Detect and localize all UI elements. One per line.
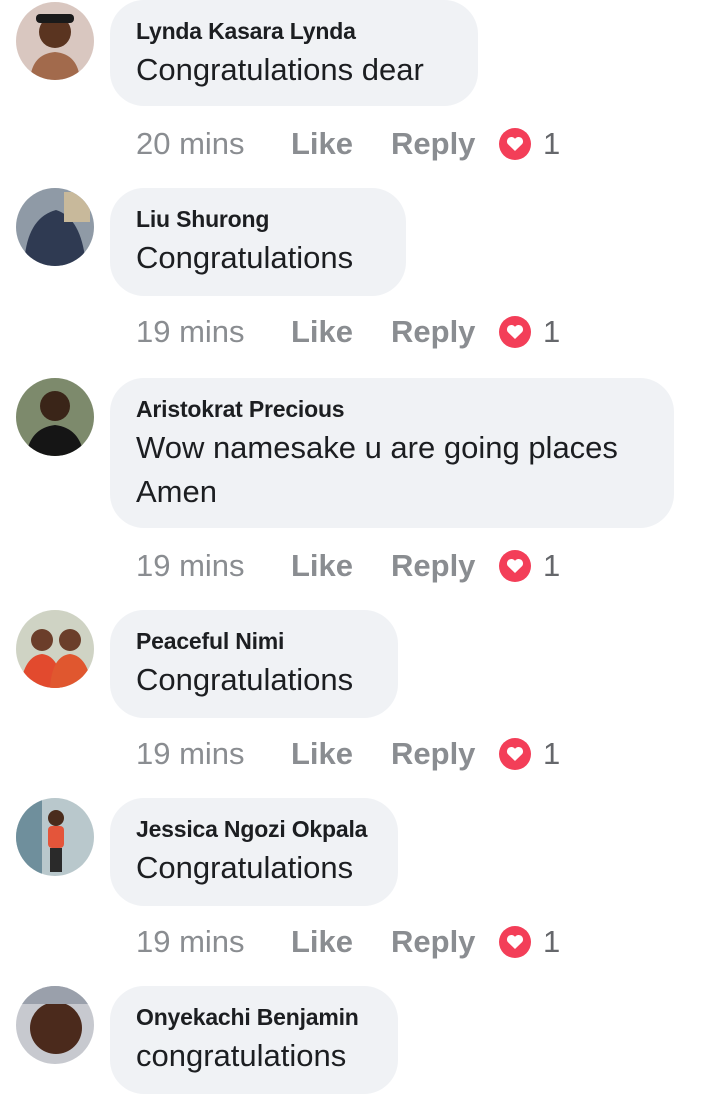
comment-bubble: Lynda Kasara Lynda Congratulations dear xyxy=(110,0,478,106)
avatar[interactable] xyxy=(16,798,94,876)
comment-actions: 19 mins Like Reply 1 xyxy=(136,312,560,352)
comment-time[interactable]: 19 mins xyxy=(136,736,291,772)
comment-text: Wow namesake u are going places Amen xyxy=(136,430,618,509)
comment-time[interactable]: 20 mins xyxy=(136,126,291,162)
reaction-summary[interactable]: 1 xyxy=(499,314,560,350)
avatar[interactable] xyxy=(16,188,94,266)
reaction-count: 1 xyxy=(543,314,561,349)
reply-button[interactable]: Reply xyxy=(391,736,499,772)
reply-button[interactable]: Reply xyxy=(391,314,499,350)
comment-time[interactable]: 19 mins xyxy=(136,548,291,584)
like-button[interactable]: Like xyxy=(291,736,391,772)
love-heart-icon xyxy=(499,738,531,770)
comment-bubble: Liu Shurong Congratulations xyxy=(110,188,406,296)
comment-actions: 19 mins Like Reply 1 xyxy=(136,922,560,962)
reaction-count: 1 xyxy=(543,924,561,959)
reaction-summary[interactable]: 1 xyxy=(499,924,560,960)
avatar[interactable] xyxy=(16,378,94,456)
reaction-summary[interactable]: 1 xyxy=(499,126,560,162)
comment-author[interactable]: Aristokrat Precious xyxy=(136,394,648,424)
like-button[interactable]: Like xyxy=(291,314,391,350)
comment-author[interactable]: Liu Shurong xyxy=(136,204,380,234)
comment-text: Congratulations xyxy=(136,662,354,697)
comment-text: Congratulations xyxy=(136,240,354,275)
love-heart-icon xyxy=(499,128,531,160)
love-heart-icon xyxy=(499,316,531,348)
comment-author[interactable]: Lynda Kasara Lynda xyxy=(136,16,452,46)
comment-bubble: Onyekachi Benjamin congratulations xyxy=(110,986,398,1094)
avatar[interactable] xyxy=(16,986,94,1064)
comment-author[interactable]: Peaceful Nimi xyxy=(136,626,372,656)
reply-button[interactable]: Reply xyxy=(391,126,499,162)
comment-actions: 19 mins Like Reply 1 xyxy=(136,734,560,774)
reply-button[interactable]: Reply xyxy=(391,548,499,584)
comment-bubble: Aristokrat Precious Wow namesake u are g… xyxy=(110,378,674,528)
love-heart-icon xyxy=(499,550,531,582)
comment-actions: 20 mins Like Reply 1 xyxy=(136,124,560,164)
like-button[interactable]: Like xyxy=(291,126,391,162)
comment-text: Congratulations dear xyxy=(136,52,424,87)
avatar[interactable] xyxy=(16,610,94,688)
comment-author[interactable]: Jessica Ngozi Okpala xyxy=(136,814,372,844)
reaction-summary[interactable]: 1 xyxy=(499,736,560,772)
reaction-count: 1 xyxy=(543,126,561,161)
like-button[interactable]: Like xyxy=(291,924,391,960)
comment-author[interactable]: Onyekachi Benjamin xyxy=(136,1002,372,1032)
comment-time[interactable]: 19 mins xyxy=(136,314,291,350)
reaction-summary[interactable]: 1 xyxy=(499,548,560,584)
comment-text: congratulations xyxy=(136,1038,347,1073)
reaction-count: 1 xyxy=(543,548,561,583)
love-heart-icon xyxy=(499,926,531,958)
reply-button[interactable]: Reply xyxy=(391,924,499,960)
avatar[interactable] xyxy=(16,2,94,80)
comment-actions: 19 mins Like Reply 1 xyxy=(136,546,560,586)
comment-text: Congratulations xyxy=(136,850,354,885)
comment-bubble: Jessica Ngozi Okpala Congratulations xyxy=(110,798,398,906)
comment-bubble: Peaceful Nimi Congratulations xyxy=(110,610,398,718)
comment-time[interactable]: 19 mins xyxy=(136,924,291,960)
like-button[interactable]: Like xyxy=(291,548,391,584)
reaction-count: 1 xyxy=(543,736,561,771)
